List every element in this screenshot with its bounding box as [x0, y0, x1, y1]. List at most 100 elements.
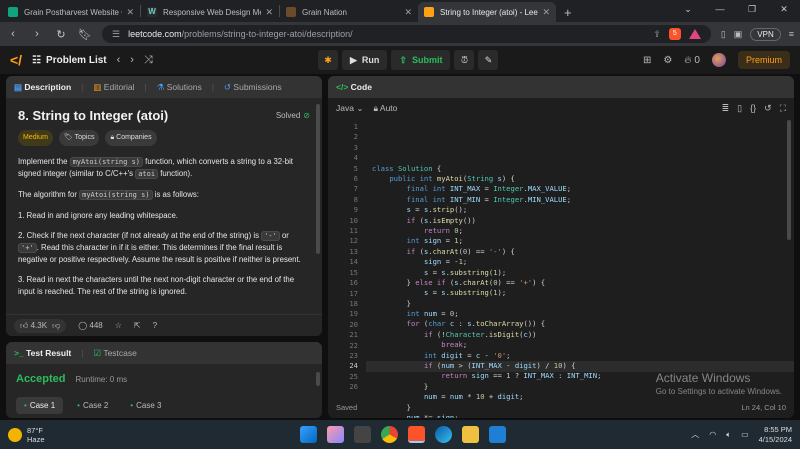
timer-button[interactable]: ⏰︎ — [454, 50, 475, 70]
line-number: 3 — [353, 142, 358, 152]
streak-counter[interactable]: 🔥︎ 0 — [684, 55, 700, 66]
browser-tab-4[interactable]: String to Integer (atoi) - LeetCo ✕ — [418, 2, 556, 22]
avatar[interactable] — [711, 53, 726, 67]
like-button[interactable]: 👍︎ 4.3K — [20, 321, 47, 331]
tab-editorial[interactable]: ▥ Editorial — [93, 82, 134, 93]
topics-tag[interactable]: 🏷︎ Topics — [58, 130, 100, 146]
wifi-icon[interactable]: ◠ — [709, 430, 716, 439]
dislike-button[interactable]: 👎︎ — [52, 321, 60, 331]
bookmark-icon[interactable]: 🔖︎ — [78, 28, 92, 41]
bookmark-icon[interactable]: ▯ — [737, 103, 742, 114]
folder-icon[interactable] — [462, 426, 479, 443]
maximize-button[interactable]: ❐ — [736, 0, 768, 22]
windows-start-icon[interactable] — [300, 426, 317, 443]
reload-icon[interactable]: ↻ — [54, 28, 68, 41]
format-icon[interactable]: ≣ — [722, 103, 730, 114]
browser-tab-3[interactable]: Grain Nation ✕ — [280, 2, 418, 22]
pass-dot-icon: • — [24, 401, 27, 410]
prev-problem-icon[interactable]: ‹ — [117, 54, 121, 66]
vscode-icon[interactable] — [489, 426, 506, 443]
case-tab-3[interactable]: • Case 3 — [122, 397, 169, 414]
notes-button[interactable]: ✎ — [478, 50, 499, 70]
case-tab-1[interactable]: • Case 1 — [16, 397, 64, 414]
sidebar-icon[interactable]: ▯ — [721, 29, 726, 40]
code-line: } else if (s.charAt(0) == '+') { — [372, 277, 546, 287]
text: Implement the — [18, 157, 70, 166]
solved-badge: Solved ⊘ — [276, 110, 310, 122]
settings-icon[interactable]: ⚙ — [663, 55, 672, 66]
chrome-icon[interactable] — [381, 426, 398, 443]
browser-tab-1[interactable]: Grain Postharvest Website Creation ✕ — [2, 2, 140, 22]
line-number: 2 — [353, 132, 358, 142]
code-editor[interactable]: 1 2 3 4 5 6 7 8 9 10 11 12 13 14 15 16 17 18 19 20 21 22 23 24 2… — [328, 118, 794, 418]
leetcode-logo-icon[interactable]: </ — [10, 52, 22, 68]
share-icon[interactable]: ⇪ — [653, 29, 661, 40]
help-icon[interactable]: ? — [153, 321, 157, 330]
weather-widget[interactable]: 87°F Haze — [8, 426, 45, 444]
close-icon[interactable]: ✕ — [126, 7, 134, 18]
close-window-button[interactable]: ✕ — [768, 0, 800, 22]
vpn-button[interactable]: VPN — [750, 27, 781, 41]
browser-tab-2[interactable]: W Responsive Web Design Media Que ✕ — [141, 2, 279, 22]
close-icon[interactable]: ✕ — [542, 7, 550, 18]
speaker-icon[interactable]: 🔈︎ — [726, 430, 731, 440]
tab-submissions[interactable]: ↺ Submissions — [224, 82, 282, 93]
case-tab-2[interactable]: • Case 2 — [69, 397, 116, 414]
page-title[interactable]: 8. String to Integer (atoi) — [18, 109, 168, 122]
code-tab[interactable]: </> Code — [336, 82, 372, 92]
autocomplete-toggle[interactable]: 🔒︎ Auto — [373, 103, 397, 114]
new-tab-button[interactable]: + — [556, 2, 580, 22]
browser-toolbar-right: ▯ ▣ VPN ≡ — [721, 27, 794, 41]
description-paragraph: Implement the myAtoi(string s) function,… — [18, 156, 310, 180]
braces-icon[interactable]: {} — [750, 103, 756, 114]
next-problem-icon[interactable]: › — [130, 54, 134, 66]
submit-button[interactable]: ⇧ Submit — [391, 50, 451, 70]
language-select[interactable]: Java ⌄ — [336, 103, 363, 114]
tab-test-result[interactable]: >_ Test Result — [14, 348, 71, 358]
debug-button[interactable]: ✱ — [318, 50, 338, 70]
fullscreen-icon[interactable]: ⛶ — [780, 103, 786, 114]
url-input[interactable]: ☰ leetcode.com /problems/string-to-integ… — [102, 25, 711, 43]
layout-icon[interactable]: ⊞ — [643, 55, 651, 66]
site-info-icon[interactable]: ☰ — [112, 29, 120, 40]
code-content[interactable]: class Solution { public int myAtoi(Strin… — [366, 118, 794, 418]
tab-solutions[interactable]: ⚗ Solutions — [157, 82, 202, 93]
brave-browser-icon[interactable] — [408, 426, 425, 443]
edge-icon[interactable] — [435, 426, 452, 443]
close-icon[interactable]: ✕ — [265, 7, 273, 18]
tab-testcase[interactable]: ☑ Testcase — [93, 348, 136, 359]
scrollbar[interactable] — [787, 120, 791, 240]
brave-rewards-icon[interactable] — [688, 29, 701, 39]
run-button[interactable]: ▶ Run — [342, 50, 388, 70]
flask-icon: ⚗ — [156, 81, 165, 92]
tab-description[interactable]: ▤ Description — [14, 82, 71, 93]
chevron-up-icon[interactable]: ︿ — [691, 429, 699, 440]
back-icon[interactable]: ‹ — [6, 28, 20, 40]
problem-list-button[interactable]: ☷ Problem List — [32, 55, 107, 66]
tab-search-icon[interactable]: ⌄ — [672, 0, 704, 22]
premium-button[interactable]: Premium — [737, 51, 790, 69]
widgets-icon[interactable] — [327, 426, 344, 443]
reset-icon[interactable]: ↺ — [764, 103, 772, 114]
like-count: 4.3K — [30, 320, 48, 330]
scrollbar[interactable] — [316, 104, 320, 254]
clock[interactable]: 8:55 PM 4/15/2024 — [759, 425, 792, 445]
forward-icon[interactable]: › — [30, 28, 44, 40]
line-number: 4 — [353, 153, 358, 163]
battery-icon[interactable]: ▭ — [741, 430, 749, 439]
close-icon[interactable]: ✕ — [404, 7, 412, 18]
address-bar-row: ‹ › ↻ 🔖︎ ☰ leetcode.com /problems/string… — [0, 22, 800, 46]
file-explorer-icon[interactable] — [354, 426, 371, 443]
companies-tag[interactable]: 🔒︎ Companies — [105, 130, 157, 146]
line-number: 5 — [353, 163, 358, 173]
comments-button[interactable]: ◯ 448 — [78, 321, 103, 330]
shuffle-icon[interactable]: ⤨ — [144, 54, 153, 67]
menu-icon[interactable]: ≡ — [789, 29, 794, 39]
minimize-button[interactable]: — — [704, 0, 736, 22]
share-icon[interactable]: ⇱ — [134, 321, 141, 330]
sun-icon — [8, 427, 22, 442]
scrollbar[interactable] — [316, 372, 320, 386]
favorite-star-icon[interactable]: ☆ — [115, 321, 122, 330]
brave-shield-icon[interactable]: 5 — [668, 28, 681, 40]
wallet-icon[interactable]: ▣ — [734, 29, 743, 40]
